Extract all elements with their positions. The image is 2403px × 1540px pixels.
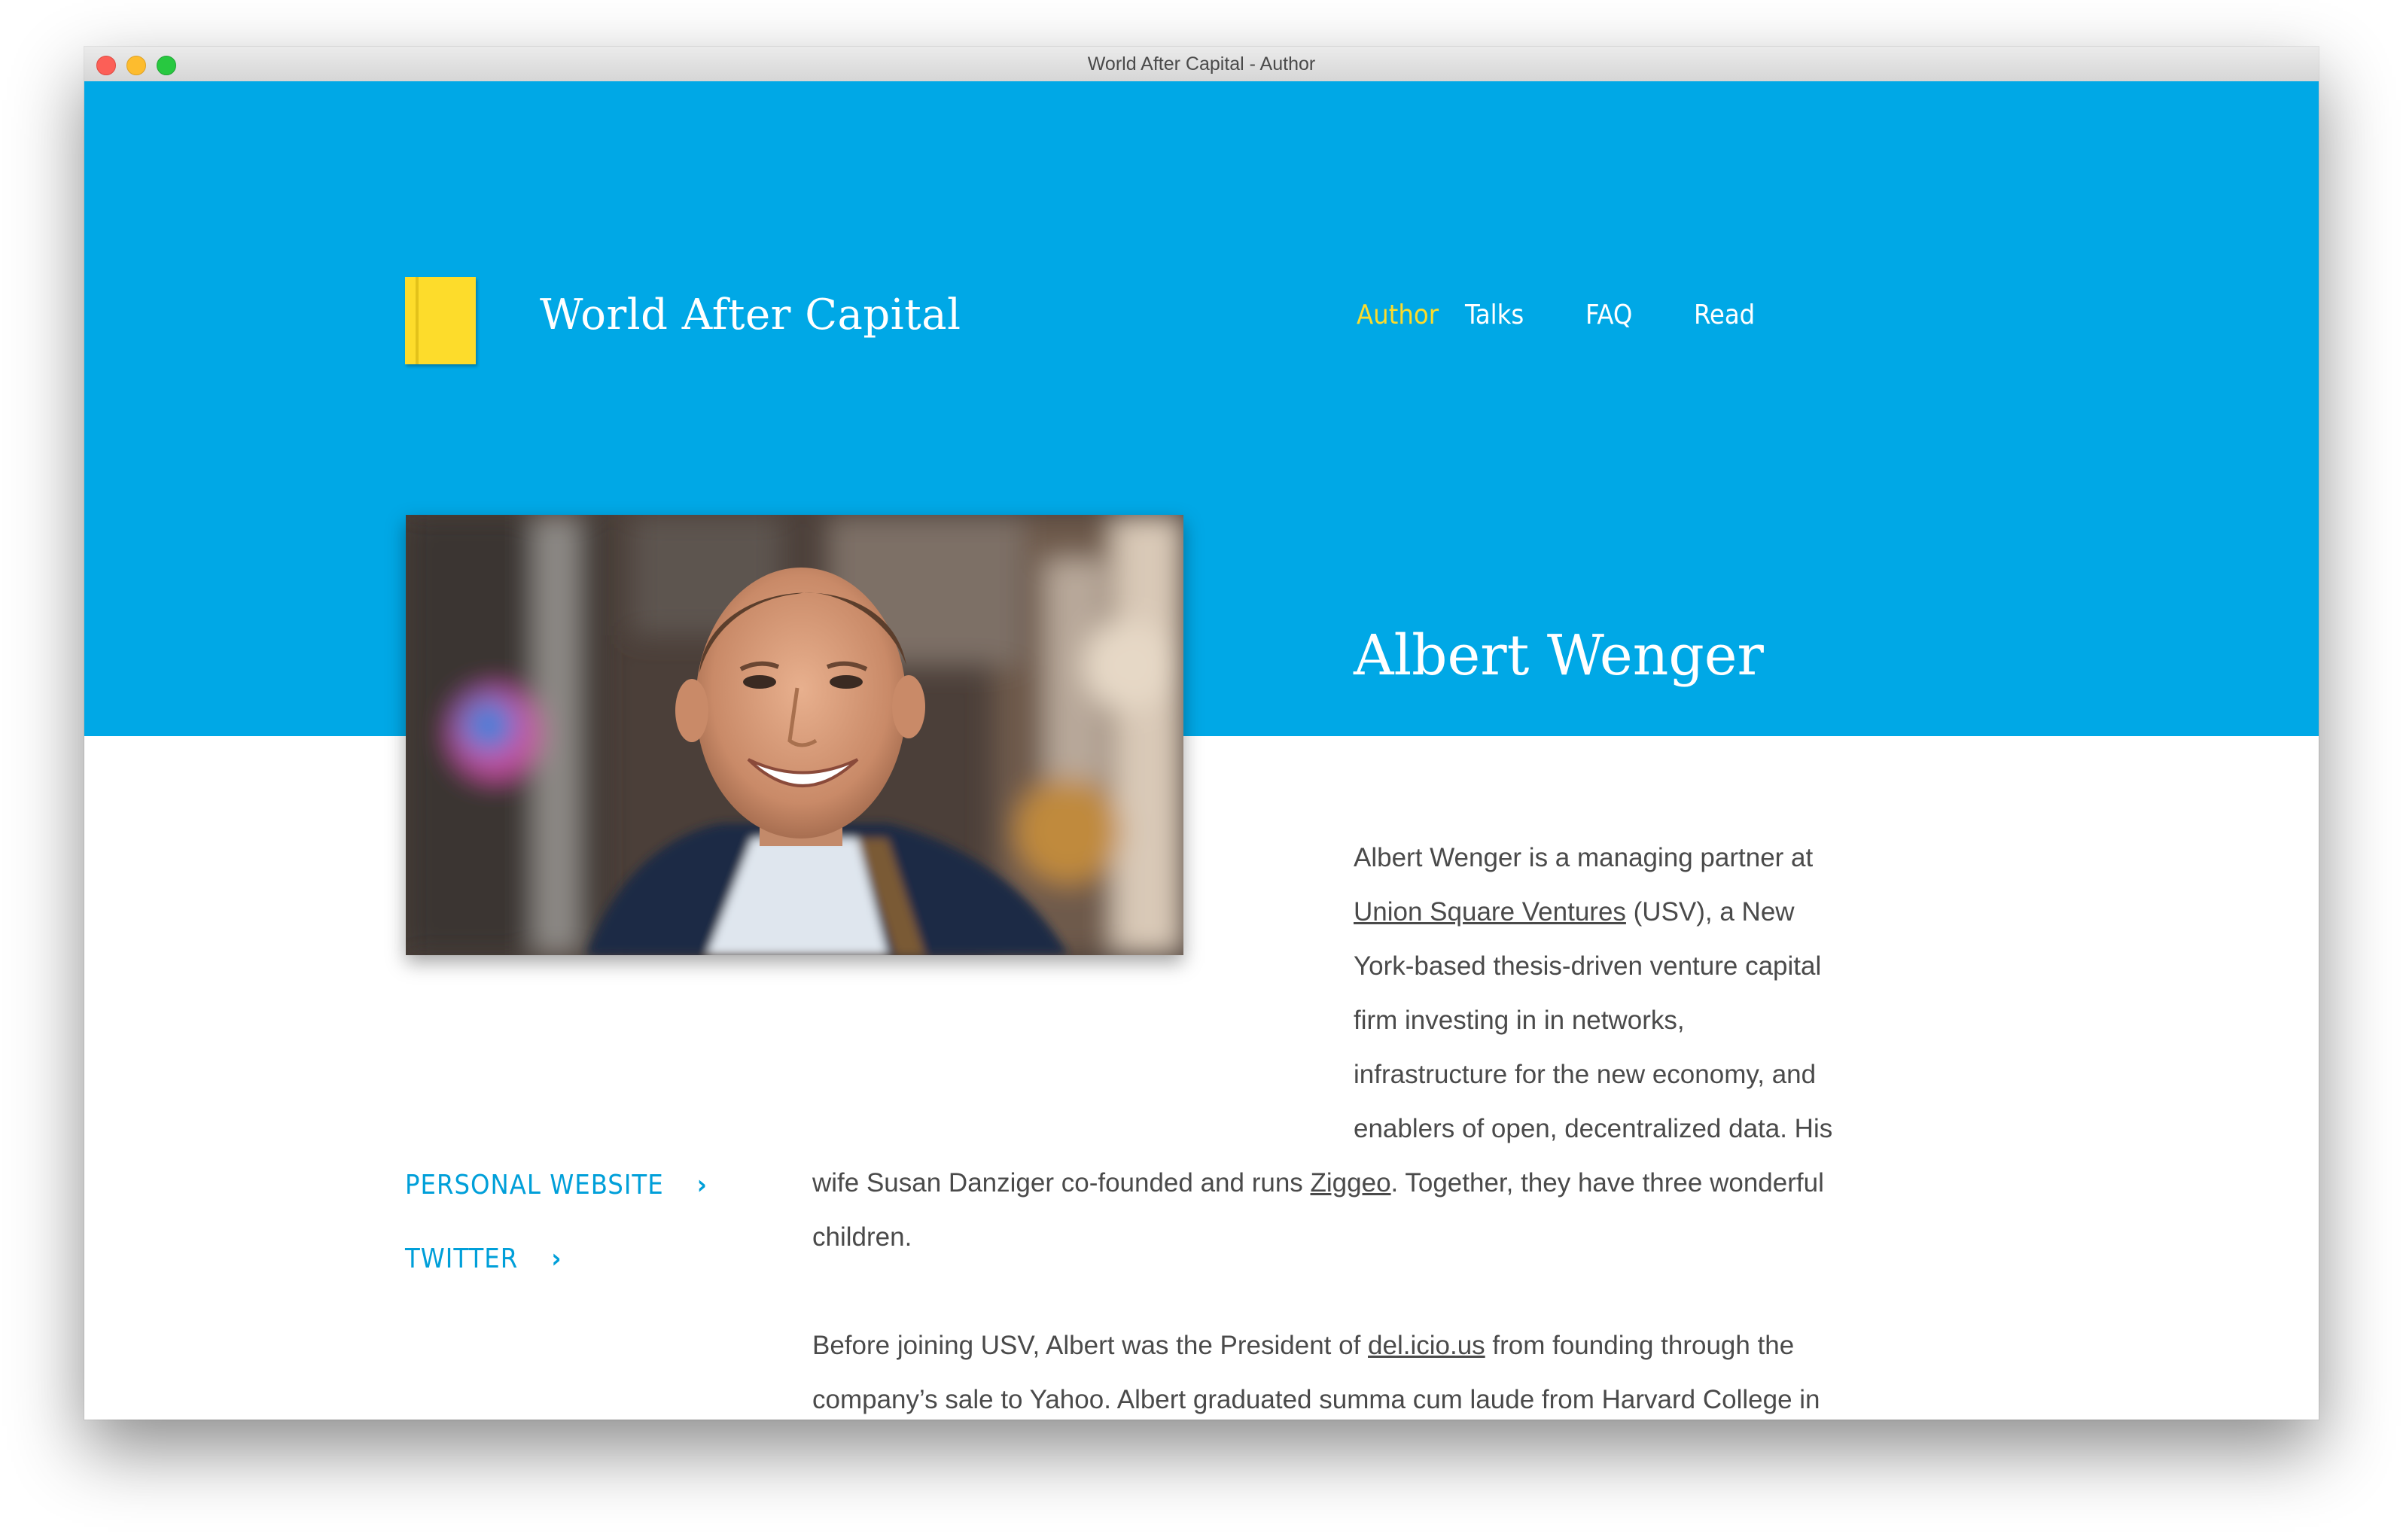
bio-line: Union Square Ventures (USV), a New	[1354, 885, 1881, 939]
ziggeo-link[interactable]: Ziggeo	[1311, 1168, 1391, 1198]
twitter-link[interactable]: TWITTER ›	[405, 1243, 562, 1274]
site-title[interactable]: World After Capital	[540, 291, 961, 339]
book-spine	[416, 277, 419, 364]
bio-text: from founding through the	[1485, 1331, 1795, 1360]
nav-author[interactable]: Author	[1357, 300, 1439, 330]
bio-line: company’s sale to Yahoo. Albert graduate…	[812, 1385, 1820, 1414]
nav-talks[interactable]: Talks	[1465, 300, 1524, 330]
twitter-label: TWITTER	[405, 1243, 519, 1274]
bio-text: (USV), a New	[1625, 897, 1795, 927]
bio-continued: wife Susan Danziger co-founded and runs …	[812, 1156, 1889, 1265]
nav-read[interactable]: Read	[1694, 300, 1755, 330]
bio-line: York-based thesis-driven venture capital	[1354, 951, 1822, 981]
bio-intro: Albert Wenger is a managing partner at U…	[1354, 831, 1881, 1156]
bio-line: infrastructure for the new economy, and	[1354, 1060, 1817, 1089]
bio-line: Before joining USV, Albert was the Presi…	[812, 1319, 1889, 1373]
bio-line: Albert Wenger is a managing partner at	[1354, 843, 1814, 872]
bio-line: wife Susan Danziger co-founded and runs …	[812, 1156, 1889, 1210]
bio-line: enablers of open, decentralized data. Hi…	[1354, 1114, 1833, 1143]
usv-link[interactable]: Union Square Ventures	[1354, 897, 1626, 927]
title-bar: World After Capital - Author	[84, 47, 2319, 83]
author-name: Albert Wenger	[1354, 623, 1764, 688]
nav-faq[interactable]: FAQ	[1585, 300, 1632, 330]
chevron-right-icon: ›	[551, 1243, 562, 1274]
personal-website-link[interactable]: PERSONAL WEBSITE ›	[405, 1170, 708, 1201]
bio-line: firm investing in in networks,	[1354, 1006, 1685, 1035]
chevron-right-icon: ›	[696, 1170, 708, 1201]
bio-text: wife Susan Danziger co-founded and runs	[812, 1168, 1311, 1198]
bio-paragraph-2: Before joining USV, Albert was the Presi…	[812, 1319, 1889, 1420]
bio-line: children.	[812, 1222, 912, 1252]
bio-text: Before joining USV, Albert was the Presi…	[812, 1331, 1369, 1360]
bio-text: . Together, they have three wonderful	[1390, 1168, 1824, 1198]
window-title: World After Capital - Author	[1087, 53, 1316, 75]
author-photo	[406, 515, 1183, 955]
delicious-link[interactable]: del.icio.us	[1368, 1331, 1485, 1360]
book-icon[interactable]	[405, 277, 476, 364]
browser-window: World After Capital - Author World After…	[84, 47, 2319, 1420]
personal-website-label: PERSONAL WEBSITE	[405, 1170, 664, 1201]
